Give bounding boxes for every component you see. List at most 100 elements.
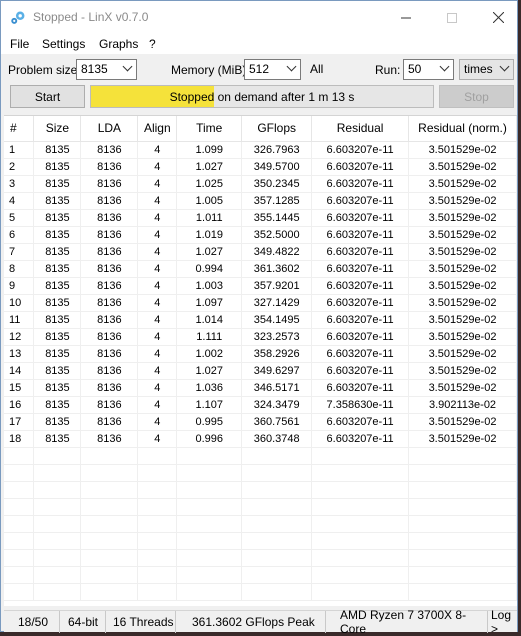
stop-button[interactable]: Stop bbox=[439, 85, 514, 108]
cell-size: 8135 bbox=[33, 362, 82, 380]
column-header[interactable]: Residual (norm.) bbox=[408, 116, 517, 142]
empty-cell bbox=[176, 498, 243, 516]
table-row[interactable]: 14 8135 8136 4 1.027 349.6297 6.603207e-11 3.50… bbox=[4, 362, 517, 380]
cell-residual: 6.603207e-11 bbox=[311, 243, 410, 261]
cell-residual-norm: 3.501529e-02 bbox=[408, 379, 517, 397]
empty-cell bbox=[4, 532, 35, 550]
column-header[interactable]: GFlops bbox=[241, 116, 313, 142]
cell-time: 0.994 bbox=[176, 260, 243, 278]
column-header[interactable]: Residual bbox=[311, 116, 410, 142]
progress-bar: Stopped on demand after 1 m 13 s bbox=[90, 85, 434, 108]
table-row[interactable]: 12 8135 8136 4 1.111 323.2573 6.603207e-11 3.50… bbox=[4, 328, 517, 346]
empty-cell bbox=[137, 464, 178, 482]
maximize-button[interactable] bbox=[429, 1, 475, 34]
empty-row bbox=[4, 447, 517, 465]
table-row[interactable]: 3 8135 8136 4 1.025 350.2345 6.603207e-11 3.501… bbox=[4, 175, 517, 193]
menu-help[interactable]: ? bbox=[149, 37, 156, 51]
menu-settings[interactable]: Settings bbox=[42, 37, 85, 51]
empty-cell bbox=[137, 447, 178, 465]
table-row[interactable]: 1 8135 8136 4 1.099 326.7963 6.603207e-11 3.501… bbox=[4, 141, 517, 159]
memory-select[interactable]: 512 bbox=[244, 59, 301, 80]
cell-lda: 8136 bbox=[80, 192, 139, 210]
table-row[interactable]: 2 8135 8136 4 1.027 349.5700 6.603207e-11 3.501… bbox=[4, 158, 517, 176]
cell-time: 0.995 bbox=[176, 413, 243, 431]
empty-cell bbox=[80, 447, 139, 465]
minimize-button[interactable] bbox=[383, 1, 429, 34]
cell-time: 1.099 bbox=[176, 141, 243, 159]
empty-cell bbox=[33, 498, 82, 516]
cell-time: 1.111 bbox=[176, 328, 243, 346]
table-row[interactable]: 11 8135 8136 4 1.014 354.1495 6.603207e-11 3.50… bbox=[4, 311, 517, 329]
all-label[interactable]: All bbox=[310, 62, 323, 76]
cell-lda: 8136 bbox=[80, 311, 139, 329]
cell-time: 1.002 bbox=[176, 345, 243, 363]
cell-size: 8135 bbox=[33, 379, 82, 397]
cell-num: 5 bbox=[4, 209, 35, 227]
table-row[interactable]: 13 8135 8136 4 1.002 358.2926 6.603207e-11 3.50… bbox=[4, 345, 517, 363]
empty-cell bbox=[4, 549, 35, 567]
gear-app-icon bbox=[11, 11, 25, 24]
cell-align: 4 bbox=[137, 277, 178, 295]
table-row[interactable]: 18 8135 8136 4 0.996 360.3748 6.603207e-11 3.50… bbox=[4, 430, 517, 448]
empty-cell bbox=[311, 549, 410, 567]
close-icon bbox=[492, 12, 504, 23]
cell-residual-norm: 3.501529e-02 bbox=[408, 260, 517, 278]
empty-cell bbox=[137, 515, 178, 533]
log-toggle[interactable]: Log > bbox=[488, 608, 517, 636]
empty-cell bbox=[137, 549, 178, 567]
table-row[interactable]: 5 8135 8136 4 1.011 355.1445 6.603207e-11 3.501… bbox=[4, 209, 517, 227]
cell-size: 8135 bbox=[33, 141, 82, 159]
table-row[interactable]: 4 8135 8136 4 1.005 357.1285 6.603207e-11 3.501… bbox=[4, 192, 517, 210]
cell-num: 8 bbox=[4, 260, 35, 278]
linx-window: Stopped - LinX v0.7.0 File Settings Grap… bbox=[0, 0, 518, 636]
column-header[interactable]: LDA bbox=[80, 116, 139, 142]
cell-lda: 8136 bbox=[80, 396, 139, 414]
cell-time: 1.011 bbox=[176, 209, 243, 227]
run-unit-select[interactable]: times bbox=[459, 59, 514, 80]
problem-size-value: 8135 bbox=[81, 62, 108, 76]
empty-cell bbox=[137, 583, 178, 601]
column-header[interactable]: Size bbox=[33, 116, 82, 142]
column-header[interactable]: # bbox=[4, 116, 35, 142]
table-row[interactable]: 16 8135 8136 4 1.107 324.3479 7.358630e-11 3.90… bbox=[4, 396, 517, 414]
status-arch: 64-bit bbox=[60, 611, 106, 633]
results-table: # Size LDA Align Time GFlops Residual Re… bbox=[4, 115, 517, 606]
window-title: Stopped - LinX v0.7.0 bbox=[33, 10, 149, 24]
cell-align: 4 bbox=[137, 379, 178, 397]
menu-file[interactable]: File bbox=[10, 37, 29, 51]
table-row[interactable]: 7 8135 8136 4 1.027 349.4822 6.603207e-11 3.501… bbox=[4, 243, 517, 261]
table-row[interactable]: 6 8135 8136 4 1.019 352.5000 6.603207e-11 3.501… bbox=[4, 226, 517, 244]
cell-gflops: 324.3479 bbox=[241, 396, 313, 414]
empty-cell bbox=[408, 481, 517, 499]
table-row[interactable]: 17 8135 8136 4 0.995 360.7561 6.603207e-11 3.50… bbox=[4, 413, 517, 431]
column-header[interactable]: Time bbox=[176, 116, 243, 142]
problem-size-select[interactable]: 8135 bbox=[76, 59, 137, 80]
problem-size-label: Problem size: bbox=[8, 63, 81, 77]
run-count-select[interactable]: 50 bbox=[403, 59, 454, 80]
title-bar[interactable]: Stopped - LinX v0.7.0 bbox=[1, 1, 517, 34]
cell-residual-norm: 3.501529e-02 bbox=[408, 430, 517, 448]
cell-num: 18 bbox=[4, 430, 35, 448]
cell-num: 13 bbox=[4, 345, 35, 363]
menu-graphs[interactable]: Graphs bbox=[99, 37, 138, 51]
empty-cell bbox=[4, 464, 35, 482]
empty-cell bbox=[241, 515, 313, 533]
empty-cell bbox=[33, 447, 82, 465]
cell-residual: 6.603207e-11 bbox=[311, 192, 410, 210]
start-button[interactable]: Start bbox=[10, 85, 85, 108]
column-header[interactable]: Align bbox=[137, 116, 178, 142]
cell-time: 0.996 bbox=[176, 430, 243, 448]
table-row[interactable]: 15 8135 8136 4 1.036 346.5171 6.603207e-11 3.50… bbox=[4, 379, 517, 397]
table-row[interactable]: 9 8135 8136 4 1.003 357.9201 6.603207e-11 3.501… bbox=[4, 277, 517, 295]
empty-cell bbox=[241, 532, 313, 550]
close-button[interactable] bbox=[475, 1, 521, 34]
cell-residual-norm: 3.501529e-02 bbox=[408, 294, 517, 312]
empty-row bbox=[4, 583, 517, 601]
table-row[interactable]: 10 8135 8136 4 1.097 327.1429 6.603207e-11 3.50… bbox=[4, 294, 517, 312]
table-row[interactable]: 8 8135 8136 4 0.994 361.3602 6.603207e-11 3.501… bbox=[4, 260, 517, 278]
cell-residual-norm: 3.501529e-02 bbox=[408, 311, 517, 329]
status-peak: 361.3602 GFlops Peak bbox=[176, 611, 326, 633]
empty-cell bbox=[241, 498, 313, 516]
cell-gflops: 360.3748 bbox=[241, 430, 313, 448]
status-bar: 18/50 64-bit 16 Threads 361.3602 GFlops … bbox=[4, 608, 517, 636]
